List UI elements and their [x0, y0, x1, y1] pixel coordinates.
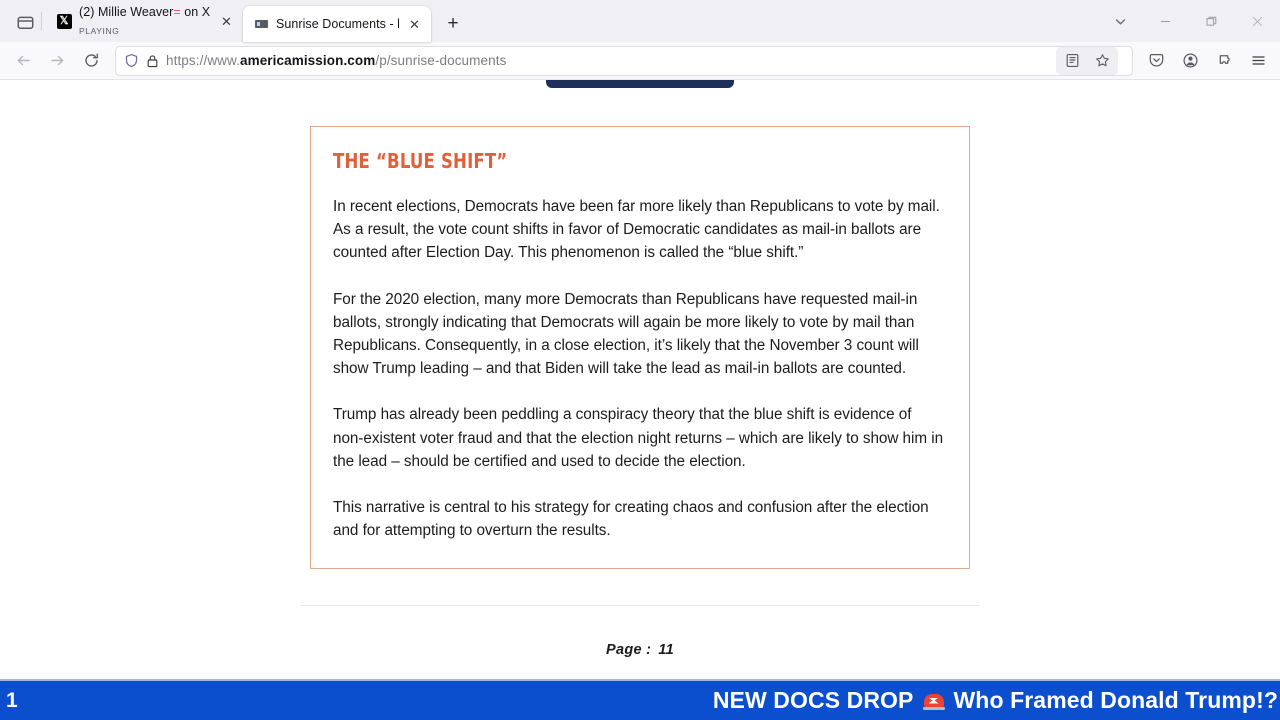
- forward-arrow-icon[interactable]: [40, 46, 74, 76]
- tab-title: Sunrise Documents - by Americ: [276, 17, 399, 31]
- document-paragraph: In recent elections, Democrats have been…: [333, 198, 940, 262]
- tracking-protection-shield-icon[interactable]: [124, 53, 139, 68]
- browser-window: 𝕏 (2) Millie Weaver= on X: "Octo PLAYING…: [0, 0, 1280, 720]
- toolbar-right-group: [1140, 46, 1274, 76]
- page-content: THE “BLUE SHIFT” In recent elections, De…: [0, 80, 1280, 680]
- tab-title: (2) Millie Weaver= on X: "Octo: [79, 5, 211, 19]
- tab-playing-indicator: PLAYING: [79, 26, 120, 36]
- tab-sunrise-documents[interactable]: Sunrise Documents - by Americ ✕: [243, 6, 431, 42]
- bottom-banner: 1 NEW DOCS DROP Who Framed Donald Trump!…: [0, 679, 1280, 720]
- banner-text-trail: Who Framed Donald Trump!?: [953, 687, 1278, 713]
- tab-close-icon[interactable]: ✕: [406, 16, 423, 33]
- list-all-tabs-icon[interactable]: [1098, 0, 1142, 42]
- account-icon[interactable]: [1174, 46, 1206, 76]
- tab-strip: 𝕏 (2) Millie Weaver= on X: "Octo PLAYING…: [0, 0, 1280, 42]
- reader-view-icon[interactable]: [1058, 48, 1086, 74]
- close-icon[interactable]: [1234, 0, 1280, 42]
- tab-text-group: Sunrise Documents - by Americ: [276, 15, 399, 33]
- back-arrow-icon[interactable]: [6, 46, 40, 76]
- window-controls: [1098, 0, 1280, 42]
- url-text: https://www.americamission.com/p/sunrise…: [166, 53, 507, 68]
- new-tab-button[interactable]: +: [439, 9, 467, 37]
- firefox-view-button[interactable]: [8, 7, 42, 37]
- banner-headline: NEW DOCS DROP Who Framed Donald Trump!?: [713, 689, 1280, 712]
- document-paragraph: This narrative is central to his strateg…: [333, 499, 929, 540]
- restore-icon[interactable]: [1188, 0, 1234, 42]
- navigation-toolbar: https://www.americamission.com/p/sunrise…: [0, 42, 1280, 80]
- tab-close-icon[interactable]: ✕: [218, 13, 235, 30]
- document-paragraph: For the 2020 election, many more Democra…: [333, 290, 919, 378]
- document-heading: THE “BLUE SHIFT”: [333, 149, 508, 173]
- minimize-icon[interactable]: [1142, 0, 1188, 42]
- banner-counter: 1: [6, 689, 18, 712]
- url-bar[interactable]: https://www.americamission.com/p/sunrise…: [115, 45, 1133, 76]
- tab-text-group: (2) Millie Weaver= on X: "Octo PLAYING: [79, 3, 211, 39]
- section-divider: [300, 605, 980, 606]
- pocket-save-icon[interactable]: [1140, 46, 1172, 76]
- siren-light-icon: [922, 691, 945, 711]
- app-menu-icon[interactable]: [1242, 46, 1274, 76]
- reload-icon[interactable]: [74, 46, 108, 76]
- document-paragraph: Trump has already been peddling a conspi…: [333, 406, 944, 470]
- page-top-button[interactable]: [546, 80, 734, 88]
- extensions-icon[interactable]: [1208, 46, 1240, 76]
- generic-page-icon: [253, 16, 269, 32]
- padlock-icon: [146, 54, 159, 68]
- page-number-label: Page : 11: [0, 642, 1280, 658]
- page-label: Page :: [606, 642, 652, 658]
- tab-millie-weaver[interactable]: 𝕏 (2) Millie Weaver= on X: "Octo PLAYING…: [41, 3, 243, 39]
- x-logo-icon: 𝕏: [56, 13, 72, 29]
- banner-text-lead: NEW DOCS DROP: [712, 687, 914, 713]
- bookmark-star-icon[interactable]: [1088, 48, 1116, 74]
- page-value: 11: [658, 642, 674, 658]
- document-card: THE “BLUE SHIFT” In recent elections, De…: [310, 126, 970, 569]
- url-action-group: [1056, 46, 1118, 75]
